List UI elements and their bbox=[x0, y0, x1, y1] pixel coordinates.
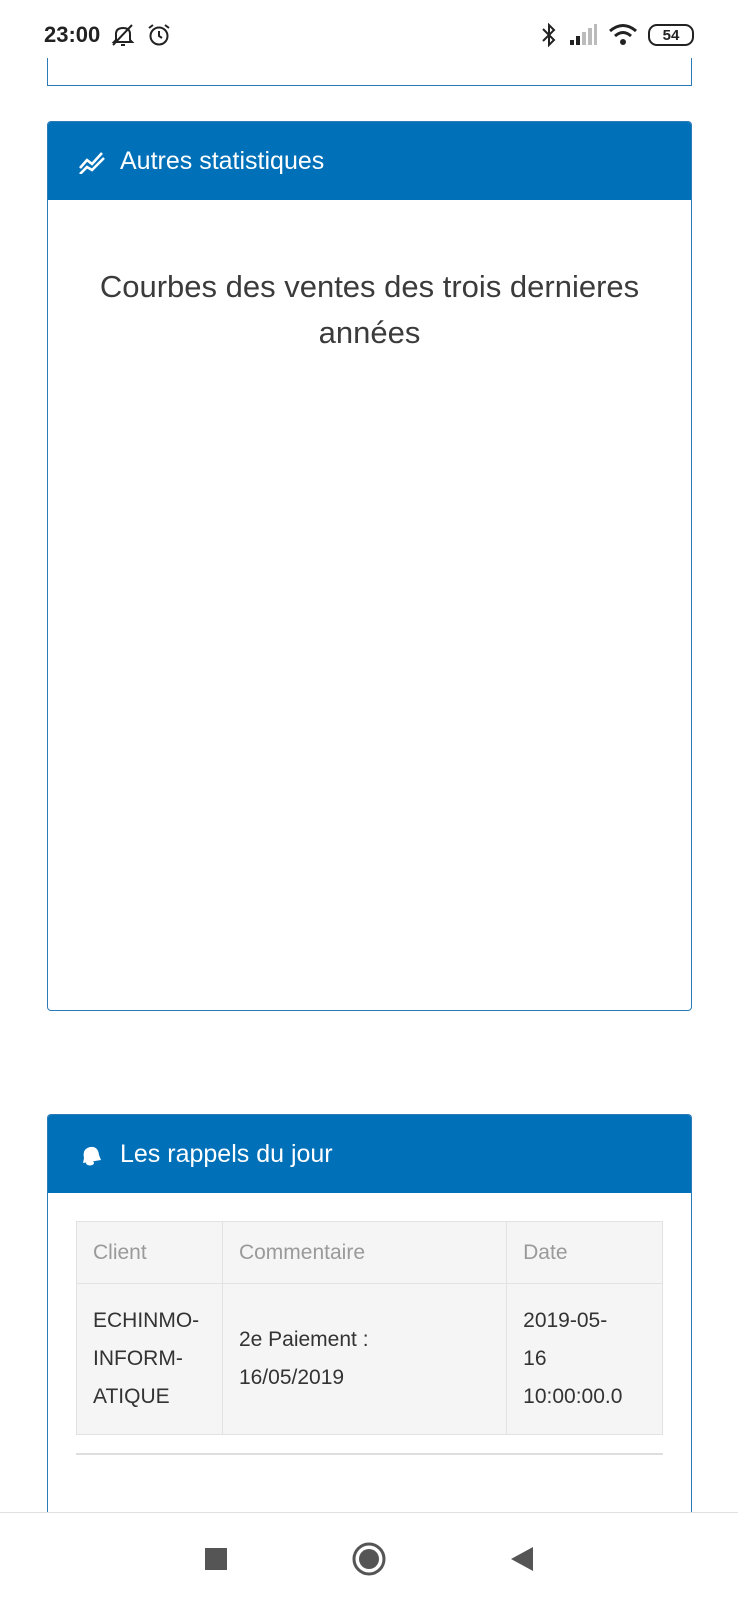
battery-level: 54 bbox=[662, 26, 680, 44]
reminders-panel: Les rappels du jour Client Commentaire D… bbox=[47, 1114, 692, 1534]
stats-panel-title: Autres statistiques bbox=[120, 146, 325, 175]
home-icon[interactable] bbox=[349, 1539, 389, 1579]
stats-panel: Autres statistiques Courbes des ventes d… bbox=[47, 121, 692, 1011]
battery-icon: 54 bbox=[648, 24, 694, 46]
cell-date-line: 16 bbox=[523, 1347, 547, 1370]
screen: 23:00 54 Autres statistiques Courbes des… bbox=[0, 0, 738, 1600]
cell-date: 2019-05- 16 10:00:00.0 bbox=[506, 1283, 663, 1435]
column-header-client: Client bbox=[76, 1221, 223, 1284]
cell-date-line: 2019-05- bbox=[523, 1309, 608, 1332]
recent-apps-icon[interactable] bbox=[196, 1539, 236, 1579]
table-divider bbox=[76, 1453, 663, 1455]
chart-area bbox=[48, 356, 691, 976]
stats-panel-header: Autres statistiques bbox=[48, 122, 691, 200]
back-icon[interactable] bbox=[502, 1539, 542, 1579]
cell-client-line: ECHINMO- bbox=[93, 1309, 200, 1332]
reminders-panel-header: Les rappels du jour bbox=[48, 1115, 691, 1193]
navigation-bar bbox=[0, 1512, 738, 1600]
chart-title: Courbes des ventes des trois dernieres a… bbox=[99, 269, 640, 350]
bell-icon bbox=[78, 1139, 108, 1169]
muted-bell-icon bbox=[110, 22, 136, 48]
cell-commentaire: 2e Paiement : 16/05/2019 bbox=[221, 1283, 508, 1435]
table-row[interactable]: ECHINMO- INFORM- ATIQUE 2e Paiement : 16… bbox=[76, 1283, 663, 1435]
alarm-icon bbox=[146, 22, 172, 48]
reminders-table-wrapper: Client Commentaire Date ECHINMO- INFORM-… bbox=[76, 1221, 663, 1435]
cell-commentaire-line: 16/05/2019 bbox=[238, 1366, 345, 1389]
previous-card-bottom bbox=[47, 58, 692, 86]
column-header-date: Date bbox=[506, 1221, 663, 1284]
reminders-table: Client Commentaire Date ECHINMO- INFORM-… bbox=[76, 1221, 663, 1435]
bluetooth-icon bbox=[540, 22, 558, 48]
cell-commentaire-line: 2e Paiement : bbox=[238, 1328, 369, 1351]
cell-client-line: INFORM- bbox=[93, 1347, 183, 1370]
chart-line-icon bbox=[78, 146, 108, 176]
wifi-icon bbox=[608, 23, 638, 47]
column-header-commentaire: Commentaire bbox=[221, 1221, 508, 1284]
cell-client-line: ATIQUE bbox=[93, 1385, 170, 1408]
clock: 23:00 bbox=[44, 22, 101, 47]
cell-date-line: 10:00:00.0 bbox=[523, 1385, 623, 1408]
signal-icon bbox=[568, 24, 598, 46]
reminders-panel-title: Les rappels du jour bbox=[120, 1139, 333, 1168]
cell-client: ECHINMO- INFORM- ATIQUE bbox=[76, 1283, 223, 1435]
table-header-row: Client Commentaire Date bbox=[76, 1221, 663, 1284]
